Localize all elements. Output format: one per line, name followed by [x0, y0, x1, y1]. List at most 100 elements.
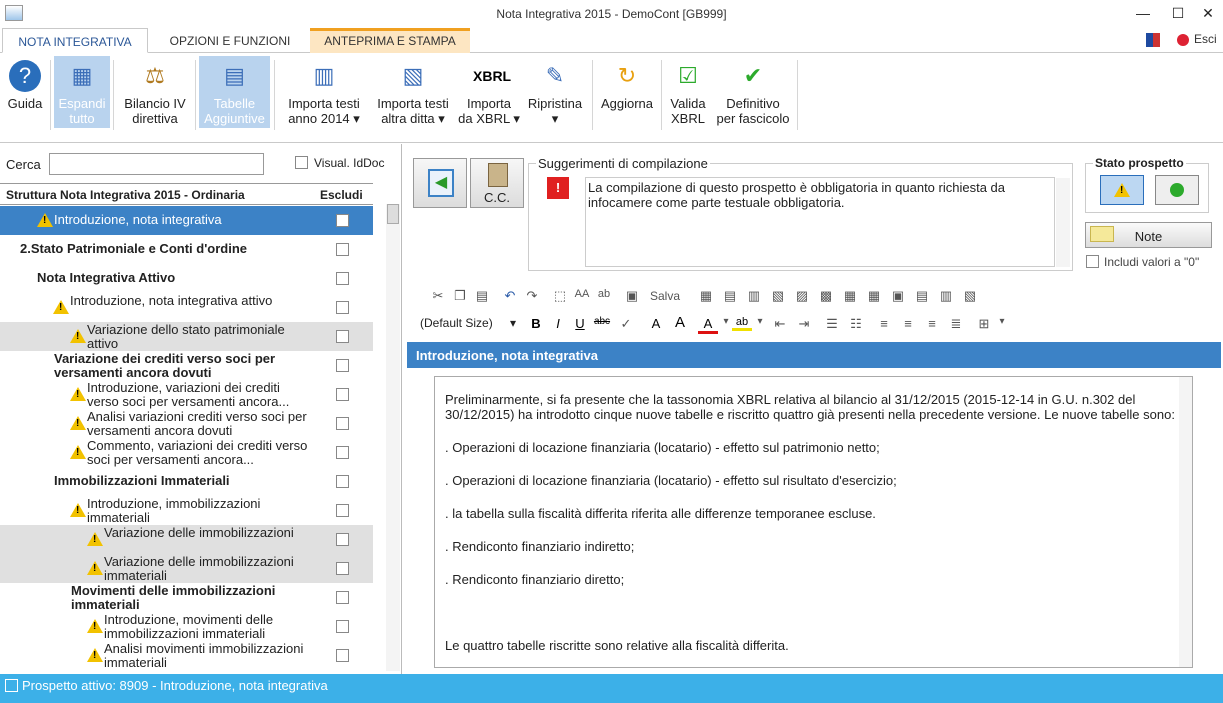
- select-all-icon[interactable]: ⬚: [550, 288, 570, 304]
- exclude-checkbox[interactable]: [336, 330, 349, 343]
- exclude-checkbox[interactable]: [336, 591, 349, 604]
- tree-row[interactable]: Variazione delle immobilizzazioni: [0, 525, 373, 554]
- editor-scrollbar[interactable]: [1179, 377, 1192, 667]
- tree-row[interactable]: Movimenti delle immobilizzazioni immater…: [0, 583, 373, 612]
- close-button[interactable]: ✕: [1198, 4, 1218, 22]
- tree-row[interactable]: Analisi movimenti immobilizzazioni immat…: [0, 641, 373, 670]
- ribbon-button-6[interactable]: XBRL Importa da XBRL ▾: [458, 56, 520, 128]
- delete-col-icon[interactable]: ▤: [912, 288, 932, 304]
- tree-row[interactable]: Variazione delle immobilizzazioni immate…: [0, 554, 373, 583]
- save-icon[interactable]: ▣: [622, 288, 642, 304]
- insert-row-below-icon[interactable]: ▩: [816, 288, 836, 304]
- tree-row[interactable]: Introduzione, nota integrativa: [0, 206, 373, 235]
- exclude-checkbox[interactable]: [336, 533, 349, 546]
- ribbon-button-9[interactable]: ☑ Valida XBRL: [664, 56, 712, 128]
- save-button[interactable]: Salva: [650, 289, 680, 303]
- align-right-icon[interactable]: ≡: [922, 316, 942, 331]
- ribbon-button-4[interactable]: ▥ Importa testi anno 2014 ▾: [280, 56, 368, 128]
- tree-row[interactable]: Commento, variazioni dei crediti verso s…: [0, 438, 373, 467]
- exclude-checkbox[interactable]: [336, 272, 349, 285]
- ribbon-button-3[interactable]: ▤ Tabelle Aggiuntive: [199, 56, 270, 128]
- cut-icon[interactable]: ✂: [428, 288, 448, 304]
- copy-icon[interactable]: ❐: [450, 288, 470, 304]
- italic-icon[interactable]: I: [548, 316, 568, 331]
- exclude-checkbox[interactable]: [336, 417, 349, 430]
- tree-scroll-thumb[interactable]: [387, 204, 399, 224]
- undo-icon[interactable]: ↶: [500, 288, 520, 304]
- ribbon-button-0[interactable]: ? Guida: [2, 56, 48, 128]
- tree-row[interactable]: Variazione dello stato patrimoniale atti…: [0, 322, 373, 351]
- highlight-color-icon[interactable]: ab: [732, 316, 752, 331]
- numbered-list-icon[interactable]: ☷: [846, 316, 866, 332]
- row-properties-icon[interactable]: ▧: [768, 288, 788, 304]
- exclude-checkbox[interactable]: [336, 649, 349, 662]
- exclude-checkbox[interactable]: [336, 446, 349, 459]
- underline-icon[interactable]: U: [570, 316, 590, 331]
- exclude-checkbox[interactable]: [336, 504, 349, 517]
- tab-nota-integrativa[interactable]: NOTA INTEGRATIVA: [2, 28, 148, 53]
- font-color-icon[interactable]: A: [698, 316, 718, 334]
- ribbon-button-1[interactable]: ▦ Espandi tutto: [54, 56, 110, 128]
- tree-row[interactable]: Immobilizzazioni Immateriali: [0, 467, 373, 496]
- table-icon[interactable]: ▦: [696, 288, 716, 304]
- grow-font-icon[interactable]: A: [670, 314, 690, 331]
- strikethrough-icon[interactable]: abc: [592, 316, 612, 327]
- chevron-down-icon[interactable]: ▾: [750, 316, 770, 327]
- bold-icon[interactable]: B: [526, 316, 546, 331]
- bullet-list-icon[interactable]: ☰: [822, 316, 842, 332]
- split-cells-icon[interactable]: ▧: [960, 288, 980, 304]
- exclude-checkbox[interactable]: [336, 620, 349, 633]
- exclude-checkbox[interactable]: [336, 388, 349, 401]
- tab-opzioni-e-funzioni[interactable]: OPZIONI E FUNZIONI: [150, 28, 310, 53]
- align-left-icon[interactable]: ≡: [874, 316, 894, 331]
- tree-row[interactable]: Introduzione, nota integrativa attivo: [0, 293, 373, 322]
- exclude-checkbox[interactable]: [336, 359, 349, 372]
- tree-row[interactable]: Variazione dei crediti verso soci per ve…: [0, 351, 373, 380]
- back-button[interactable]: ◀: [413, 158, 467, 208]
- flag-icon[interactable]: [1146, 33, 1160, 47]
- exclude-checkbox[interactable]: [336, 475, 349, 488]
- exclude-checkbox[interactable]: [336, 243, 349, 256]
- ribbon-button-2[interactable]: ⚖ Bilancio IV direttiva: [117, 56, 193, 128]
- exclude-checkbox[interactable]: [336, 562, 349, 575]
- outdent-icon[interactable]: ⇤: [770, 316, 790, 332]
- shrink-font-icon[interactable]: A: [646, 316, 666, 331]
- tree-row[interactable]: 2.Stato Patrimoniale e Conti d'ordine: [0, 235, 373, 264]
- search-input[interactable]: [49, 153, 264, 175]
- tree-scrollbar[interactable]: [386, 204, 400, 671]
- tree-row[interactable]: Analisi variazioni crediti verso soci pe…: [0, 409, 373, 438]
- status-warning-button[interactable]: [1100, 175, 1144, 205]
- spellcheck-icon[interactable]: ✓: [616, 316, 636, 332]
- merge-cells-icon[interactable]: ▥: [936, 288, 956, 304]
- cell-properties-icon[interactable]: ▥: [744, 288, 764, 304]
- ribbon-button-5[interactable]: ▧ Importa testi altra ditta ▾: [370, 56, 456, 128]
- indent-icon[interactable]: ⇥: [794, 316, 814, 332]
- insert-col-right-icon[interactable]: ▦: [864, 288, 884, 304]
- delete-row-icon[interactable]: ▣: [888, 288, 908, 304]
- tree-row[interactable]: Introduzione, immobilizzazioni immateria…: [0, 496, 373, 525]
- exclude-checkbox[interactable]: [336, 214, 349, 227]
- suggestions-scrollbar[interactable]: [1056, 178, 1070, 267]
- ribbon-button-7[interactable]: ✎ Ripristina ▾: [522, 56, 588, 128]
- justify-icon[interactable]: ≣: [946, 316, 966, 332]
- esci-button[interactable]: Esci: [1194, 32, 1217, 46]
- maximize-button[interactable]: ☐: [1168, 4, 1188, 22]
- find-icon[interactable]: AA: [572, 288, 592, 300]
- visual-iddoc-checkbox[interactable]: [295, 156, 308, 169]
- ribbon-button-10[interactable]: ✔ Definitivo per fascicolo: [712, 56, 794, 128]
- chevron-down-icon[interactable]: ▾: [992, 316, 1012, 327]
- tree-row[interactable]: Introduzione, movimenti delle immobilizz…: [0, 612, 373, 641]
- insert-row-above-icon[interactable]: ▨: [792, 288, 812, 304]
- font-size-select[interactable]: (Default Size) ▾: [416, 314, 520, 332]
- tree-row[interactable]: Introduzione, variazioni dei crediti ver…: [0, 380, 373, 409]
- exclude-checkbox[interactable]: [336, 301, 349, 314]
- borders-icon[interactable]: ⊞: [974, 316, 994, 332]
- cc-button[interactable]: C.C.: [470, 158, 524, 208]
- redo-icon[interactable]: ↷: [522, 288, 542, 304]
- ribbon-button-8[interactable]: ↻ Aggiorna: [594, 56, 660, 128]
- editor-content[interactable]: Preliminarmente, si fa presente che la t…: [445, 392, 1175, 671]
- minimize-button[interactable]: —: [1133, 4, 1153, 22]
- insert-col-left-icon[interactable]: ▦: [840, 288, 860, 304]
- tree-row[interactable]: Nota Integrativa Attivo: [0, 264, 373, 293]
- align-center-icon[interactable]: ≡: [898, 316, 918, 331]
